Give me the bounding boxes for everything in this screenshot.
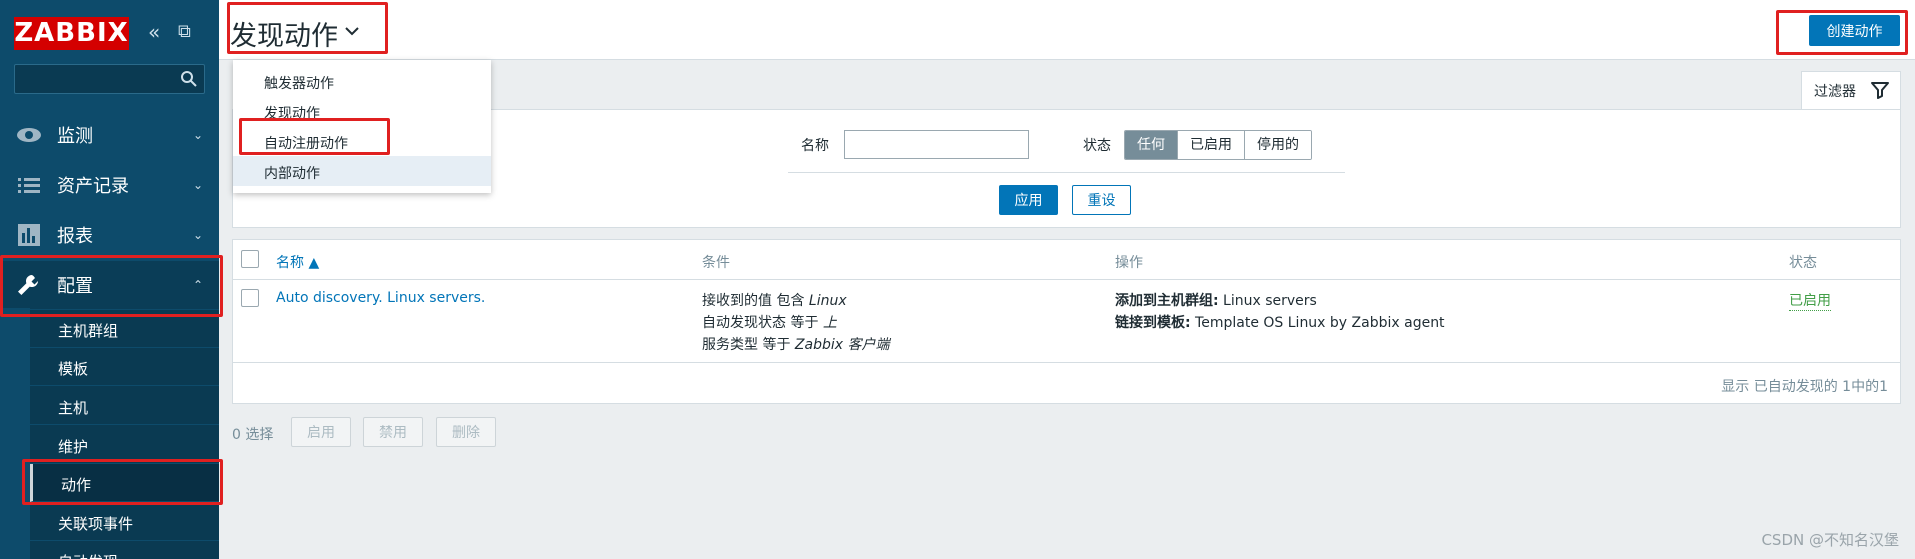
dropdown-item-discovery-actions[interactable]: 发现动作 <box>233 96 491 126</box>
submenu-item-discovery[interactable]: 自动发现 <box>30 541 219 559</box>
page-title-dropdown[interactable]: 发现动作 <box>230 14 338 53</box>
chevron-down-icon: ⌄ <box>192 178 203 192</box>
wrench-icon <box>18 274 39 295</box>
collapse-sidebar-icon[interactable]: « <box>148 20 160 44</box>
status-option-any[interactable]: 任何 <box>1125 131 1178 159</box>
condition-line: 服务类型 等于 Zabbix 客户端 <box>702 337 890 353</box>
nav-item-reports[interactable]: 报表 ⌄ <box>0 211 219 259</box>
dropdown-item-autoregistration-actions[interactable]: 自动注册动作 <box>233 126 491 156</box>
selected-count: 0 选择 <box>232 427 274 443</box>
actions-table: 名称 ▲ 条件 操作 状态 Auto discovery. Linux serv… <box>232 239 1901 404</box>
nav-label: 配置 <box>57 276 93 297</box>
submenu-item-event-correlation[interactable]: 关联项事件 <box>30 503 219 541</box>
mass-enable-button[interactable]: 启用 <box>291 417 351 447</box>
filter-name-label: 名称 <box>801 138 829 154</box>
action-type-dropdown: 触发器动作 发现动作 自动注册动作 内部动作 <box>233 60 491 193</box>
filter-status-label: 状态 <box>1083 138 1111 154</box>
submenu-item-hosts[interactable]: 主机 <box>30 387 219 425</box>
dropdown-item-internal-actions[interactable]: 内部动作 <box>233 156 491 186</box>
dropdown-item-trigger-actions[interactable]: 触发器动作 <box>233 66 491 96</box>
nav-item-inventory[interactable]: 资产记录 ⌄ <box>0 161 219 209</box>
nav-item-configuration[interactable]: 配置 ⌃ <box>0 261 219 309</box>
submenu-item-maintenance[interactable]: 维护 <box>30 426 219 464</box>
apply-button[interactable]: 应用 <box>999 185 1058 215</box>
mass-disable-button[interactable]: 禁用 <box>363 417 423 447</box>
submenu-item-host-groups[interactable]: 主机群组 <box>30 310 219 348</box>
column-header-name[interactable]: 名称 ▲ <box>276 252 319 272</box>
status-toggle-link[interactable]: 已启用 <box>1789 290 1831 311</box>
detach-sidebar-icon[interactable]: ⧉ <box>178 20 191 44</box>
nav-label: 监测 <box>57 126 93 147</box>
chevron-down-icon: ⌄ <box>192 228 203 242</box>
nav-label: 资产记录 <box>57 176 129 197</box>
zabbix-logo[interactable]: ZABBIX <box>14 17 129 50</box>
filter-tab[interactable]: 过滤器 <box>1801 71 1901 109</box>
chevron-down-icon: ⌄ <box>192 128 203 142</box>
filter-name-input[interactable] <box>844 130 1029 159</box>
create-action-button[interactable]: 创建动作 <box>1809 15 1900 46</box>
chevron-up-icon: ⌃ <box>192 278 203 292</box>
table-row-divider <box>233 362 1900 363</box>
funnel-icon <box>1871 82 1889 99</box>
submenu-item-actions[interactable]: 动作 <box>30 464 219 502</box>
page-header: 发现动作 创建动作 <box>219 0 1915 60</box>
filter-tab-label: 过滤器 <box>1814 84 1856 100</box>
bar-chart-icon <box>18 224 40 246</box>
submenu-item-templates[interactable]: 模板 <box>30 348 219 386</box>
column-header-status: 状态 <box>1789 255 1817 271</box>
table-summary: 显示 已自动发现的 1中的1 <box>1721 379 1888 395</box>
row-checkbox[interactable] <box>241 289 259 307</box>
reset-button[interactable]: 重设 <box>1072 185 1131 215</box>
action-name-link[interactable]: Auto discovery. Linux servers. <box>276 290 485 306</box>
mass-delete-button[interactable]: 删除 <box>436 417 496 447</box>
condition-line: 接收到的值 包含 Linux <box>702 293 847 309</box>
status-segmented-control: 任何 已启用 停用的 <box>1124 130 1312 160</box>
eye-icon <box>17 128 41 142</box>
condition-line: 自动发现状态 等于 上 <box>702 315 837 331</box>
csdn-watermark: CSDN @不知名汉堡 <box>1761 531 1899 549</box>
nav-item-monitoring[interactable]: 监测 ⌄ <box>0 111 219 159</box>
submenu-indent <box>0 308 30 559</box>
chevron-down-icon[interactable] <box>345 26 359 36</box>
column-header-conditions: 条件 <box>702 255 730 271</box>
column-header-operations: 操作 <box>1115 255 1143 271</box>
list-icon <box>18 178 40 193</box>
status-option-enabled[interactable]: 已启用 <box>1178 131 1245 159</box>
operation-line: 链接到模板: Template OS Linux by Zabbix agent <box>1115 315 1445 331</box>
operation-line: 添加到主机群组: Linux servers <box>1115 293 1317 309</box>
filter-divider <box>788 172 1345 173</box>
nav-label: 报表 <box>57 226 93 247</box>
select-all-checkbox[interactable] <box>241 250 259 268</box>
search-icon[interactable] <box>180 70 198 88</box>
configuration-submenu: 主机群组 模板 主机 维护 动作 关联项事件 自动发现 <box>30 310 219 559</box>
table-header-divider <box>233 279 1900 280</box>
status-option-disabled[interactable]: 停用的 <box>1245 131 1311 159</box>
sidebar-search-input[interactable] <box>14 64 205 94</box>
sidebar: ZABBIX « ⧉ 监测 ⌄ 资产记录 ⌄ 报表 ⌄ 配置 ⌃ 主机群组 模板… <box>0 0 219 559</box>
